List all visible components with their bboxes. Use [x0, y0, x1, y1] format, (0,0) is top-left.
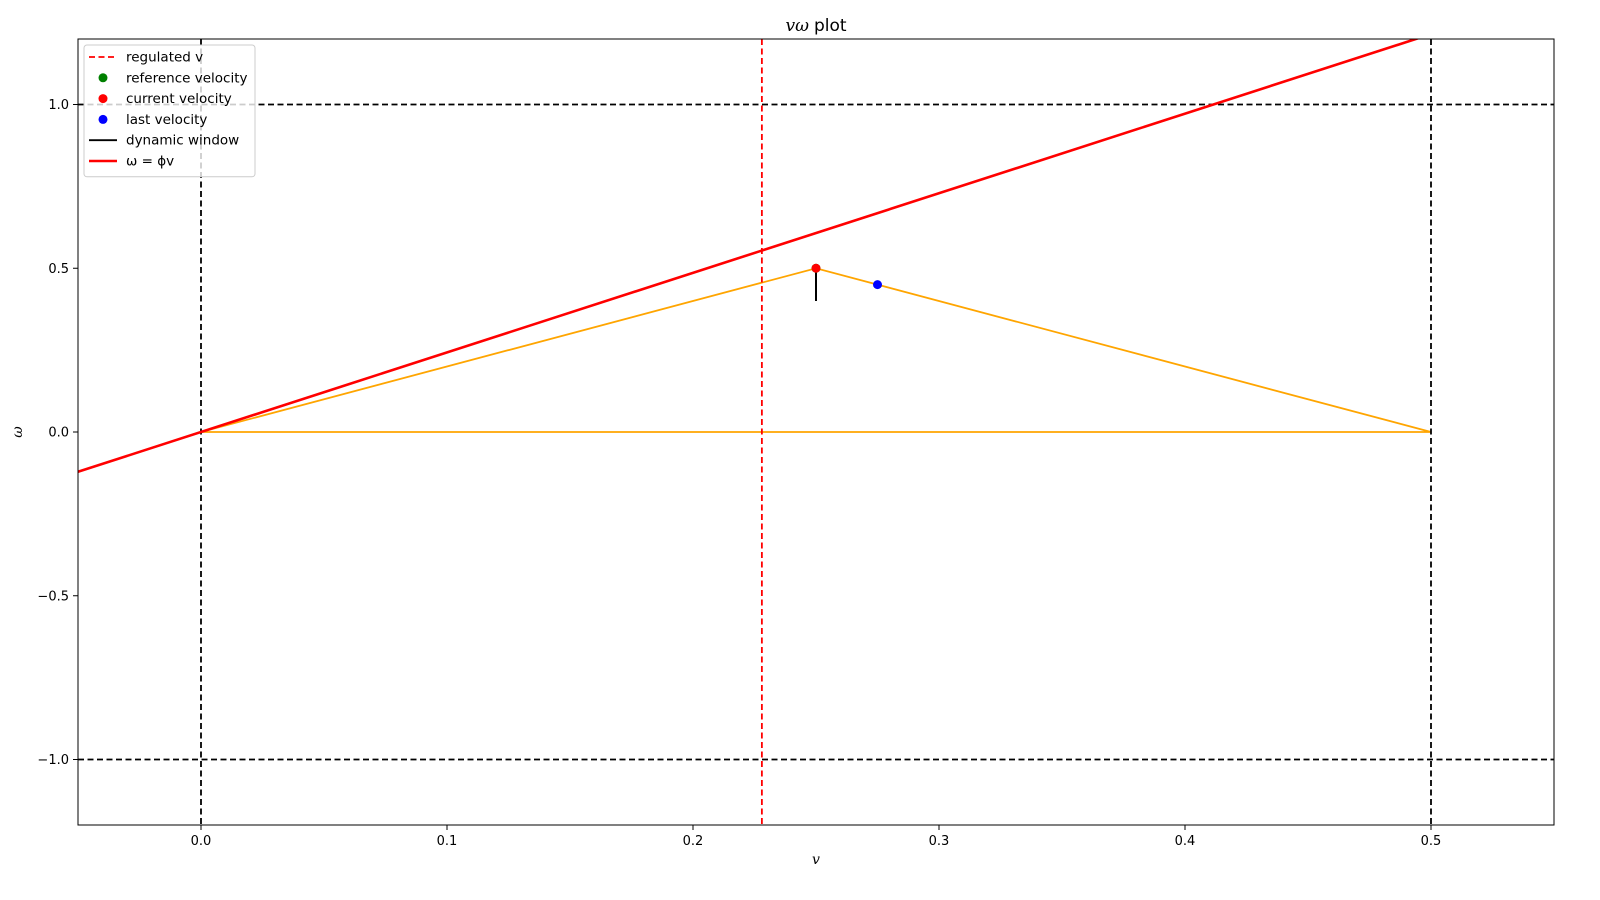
x-tick-label: 0.5	[1421, 834, 1442, 849]
y-tick-label: −1.0	[37, 753, 69, 768]
x-tick-label: 0.2	[683, 834, 704, 849]
omega-phi-v-line	[78, 39, 1421, 474]
y-tick-label: 0.5	[48, 262, 69, 277]
last-velocity-point	[873, 280, 882, 290]
legend: regulated v reference velocity current vel…	[83, 44, 256, 178]
x-tick-label: 0.3	[929, 834, 950, 849]
legend-handle-dot	[98, 94, 108, 104]
x-tick-label: 0.0	[191, 834, 212, 849]
x-tick-label: 0.1	[437, 834, 458, 849]
chart-title: vω plot	[785, 16, 846, 36]
legend-label: current velocity	[126, 91, 232, 107]
chart-title-math: vω	[785, 16, 809, 36]
axis-ticks: 0.0 0.1 0.2 0.3 0.4 0.5 −1.0 −0.5 0.0 0.5 1.0	[37, 98, 1441, 849]
y-tick-label: 0.0	[48, 426, 69, 441]
legend-label: last velocity	[126, 112, 207, 128]
legend-label: reference velocity	[126, 70, 248, 86]
y-axis-label: ω	[10, 426, 26, 438]
legend-handle-dot	[98, 73, 108, 83]
legend-label: regulated v	[126, 50, 203, 66]
legend-label: dynamic window	[126, 133, 239, 149]
current-velocity-point	[811, 263, 821, 273]
y-tick-label: −0.5	[37, 589, 69, 604]
x-axis-label: v	[812, 852, 820, 868]
data-series	[78, 39, 1554, 825]
chart-title-text: plot	[814, 16, 847, 36]
legend-label: ω = ϕv	[126, 154, 174, 170]
plot-area	[77, 38, 1555, 826]
y-tick-label: 1.0	[48, 98, 69, 113]
vw-chart: vω plot 0.0 0.1 0.2 0.3 0.4 0.5−1.0−0.50.00.51…	[10, 16, 1555, 868]
legend-handle-dot	[98, 114, 108, 124]
x-tick-label: 0.4	[1175, 834, 1196, 849]
